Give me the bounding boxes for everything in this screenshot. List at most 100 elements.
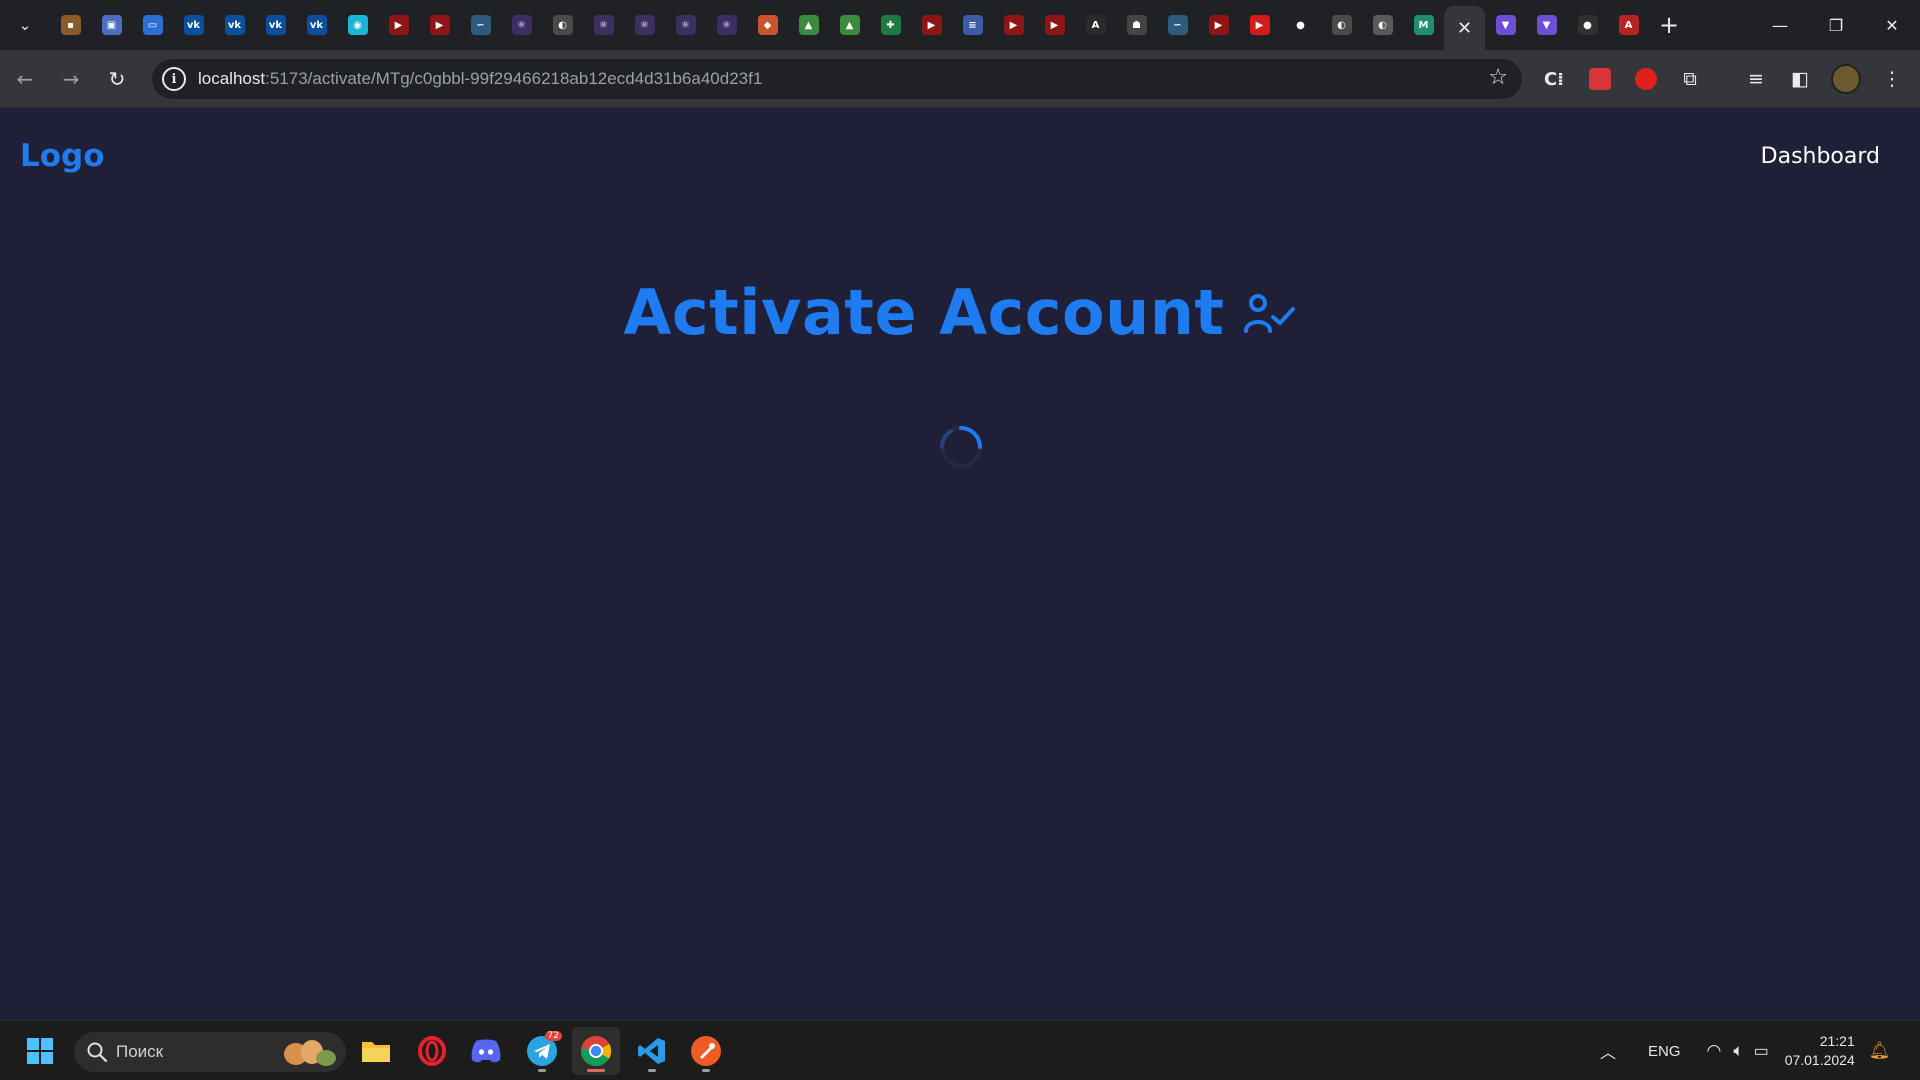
windows-logo-icon (27, 1038, 53, 1064)
tab[interactable]: ▶ (1034, 4, 1075, 46)
triad-icon: ⚛ (511, 15, 532, 35)
tab[interactable]: ◉ (337, 4, 378, 46)
tab[interactable]: ◐ (1362, 4, 1403, 46)
tab[interactable]: ∽ (460, 4, 501, 46)
tab[interactable]: ▲ (829, 4, 870, 46)
tab[interactable]: ▶ (1239, 4, 1280, 46)
url-host: localhost (198, 69, 266, 88)
tab[interactable]: ▶ (993, 4, 1034, 46)
wifi-icon[interactable]: ◠ (1707, 1041, 1722, 1061)
taskbar-chrome[interactable] (572, 1027, 620, 1075)
nav-dashboard-link[interactable]: Dashboard (1761, 144, 1880, 169)
tab[interactable]: ▶ (419, 4, 460, 46)
vk-icon: vk (224, 15, 245, 35)
tab[interactable]: ☗ (1116, 4, 1157, 46)
reload-icon: ↻ (108, 66, 126, 91)
profile-avatar[interactable] (1828, 61, 1864, 97)
tab[interactable]: ∽ (1157, 4, 1198, 46)
close-icon[interactable]: ✕ (1455, 18, 1475, 39)
extension-css-icon[interactable]: C⁞ (1536, 61, 1572, 97)
tab[interactable]: vk (255, 4, 296, 46)
window-controls: — ❐ ✕ (1752, 0, 1920, 50)
reload-button[interactable]: ↻ (96, 58, 138, 100)
taskbar-telegram[interactable]: 72 (518, 1027, 566, 1075)
clock-date: 07.01.2024 (1784, 1052, 1855, 1068)
tab[interactable]: ▲ (788, 4, 829, 46)
taskbar-discord[interactable] (462, 1027, 510, 1075)
tab[interactable]: ◐ (542, 4, 583, 46)
tab[interactable]: ▼ (1526, 4, 1567, 46)
tab[interactable]: ● (1280, 4, 1321, 46)
new-tab-button[interactable]: + (1651, 7, 1687, 43)
youtube-icon: ▶ (1208, 15, 1229, 35)
close-window-button[interactable]: ✕ (1864, 0, 1920, 50)
taskbar-file-explorer[interactable] (352, 1027, 400, 1075)
globe-icon: ◐ (1331, 15, 1352, 35)
tab[interactable]: ⚛ (624, 4, 665, 46)
tab[interactable]: ▼ (1485, 4, 1526, 46)
tab[interactable]: A (1608, 4, 1649, 46)
taskbar-opera[interactable] (408, 1027, 456, 1075)
tab[interactable]: ◐ (1321, 4, 1362, 46)
extension-puzzle-red-icon[interactable] (1582, 61, 1618, 97)
tab[interactable]: ≡ (952, 4, 993, 46)
taskbar-search[interactable]: Поиск (74, 1032, 346, 1072)
logo[interactable]: Logo (20, 138, 105, 174)
page-title: Activate Account (623, 276, 1225, 349)
tab[interactable]: ▶ (1198, 4, 1239, 46)
tab[interactable]: vk (214, 4, 255, 46)
tab[interactable]: M (1403, 4, 1444, 46)
tab[interactable]: ✚ (870, 4, 911, 46)
taskbar-postman[interactable] (682, 1027, 730, 1075)
notification-bell-icon[interactable]: 🔔︎ (1869, 1041, 1891, 1061)
chevron-down-icon: ⌄ (18, 16, 32, 34)
vk-icon: vk (306, 15, 327, 35)
arrow-left-icon: ← (16, 66, 34, 91)
tab[interactable]: vk (173, 4, 214, 46)
start-button[interactable] (16, 1027, 64, 1075)
back-button[interactable]: ← (4, 58, 46, 100)
tab[interactable]: ⚛ (583, 4, 624, 46)
taskbar-vscode[interactable] (628, 1027, 676, 1075)
vk-icon: vk (265, 15, 286, 35)
tab[interactable]: vk (296, 4, 337, 46)
tab[interactable]: ▭ (132, 4, 173, 46)
tab[interactable]: ⚛ (706, 4, 747, 46)
language-indicator[interactable]: ENG (1648, 1043, 1681, 1060)
site-info-icon[interactable]: i (162, 67, 186, 91)
tab[interactable]: ● (1567, 4, 1608, 46)
tab[interactable]: ▶ (911, 4, 952, 46)
telegram-unread-badge: 72 (544, 1031, 562, 1041)
url-path: :5173/activate/MTg/c0gbbl-99f29466218ab1… (265, 69, 763, 88)
forward-button[interactable]: → (50, 58, 92, 100)
media-controls-icon[interactable]: ≡ (1738, 61, 1774, 97)
restore-button[interactable]: ❐ (1808, 0, 1864, 50)
user-check-icon (1243, 293, 1295, 333)
mail-icon: M (1413, 15, 1434, 35)
tab[interactable]: ▣ (91, 4, 132, 46)
side-panel-icon[interactable]: ◧ (1782, 61, 1818, 97)
tab[interactable]: A (1075, 4, 1116, 46)
extension-hand-icon[interactable] (1628, 61, 1664, 97)
robot-icon: ☗ (1126, 15, 1147, 35)
minimize-button[interactable]: — (1752, 0, 1808, 50)
url-text[interactable]: localhost:5173/activate/MTg/c0gbbl-99f29… (198, 69, 762, 89)
tab[interactable]: ▶ (378, 4, 419, 46)
clock[interactable]: 21:21 07.01.2024 (1785, 1032, 1855, 1070)
tab-search-button[interactable]: ⌄ (6, 9, 44, 41)
browser-menu-icon[interactable]: ⋮ (1874, 61, 1910, 97)
tab[interactable]: ⚛ (501, 4, 542, 46)
swirl-icon: ∽ (1167, 15, 1188, 35)
battery-icon[interactable]: ▭ (1754, 1041, 1769, 1061)
bookmark-star-icon[interactable]: ☆ (1488, 65, 1508, 90)
tab[interactable]: ◆ (747, 4, 788, 46)
volume-icon[interactable]: 🔈︎ (1733, 1041, 1743, 1061)
tab[interactable]: ▪ (50, 4, 91, 46)
tray-overflow-chevron-icon[interactable]: ︿ (1594, 1039, 1622, 1063)
tab-active[interactable]: ✕ (1444, 6, 1485, 50)
tab[interactable]: ⚛ (665, 4, 706, 46)
youtube-icon: ▶ (921, 15, 942, 35)
system-tray: ︿ ENG ◠ 🔈︎ ▭ 21:21 07.01.2024 🔔︎ (1594, 1021, 1890, 1080)
address-bar[interactable]: i localhost:5173/activate/MTg/c0gbbl-99f… (152, 59, 1522, 99)
extensions-puzzle-icon[interactable]: ⧉ (1672, 61, 1708, 97)
